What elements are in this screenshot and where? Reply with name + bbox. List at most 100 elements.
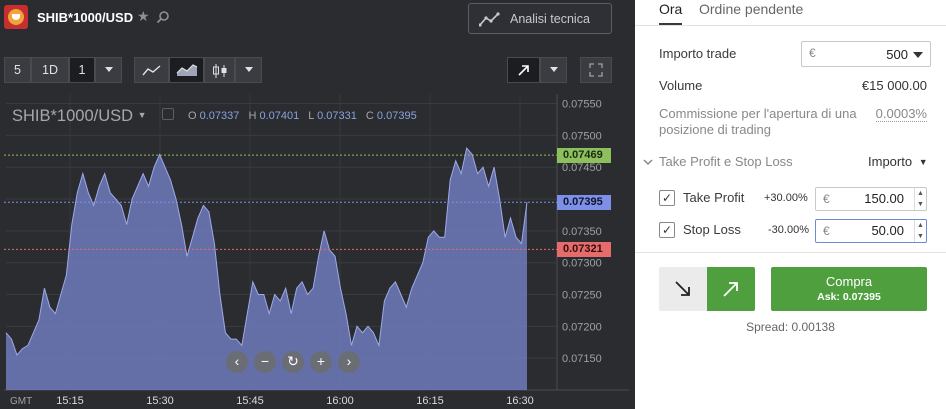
ohlc-high-label: H [248, 110, 257, 122]
chart-toolbar: 5 1D 1 [0, 57, 635, 83]
ohlc-open-label: O [188, 110, 197, 122]
ohlc-low-label: L [308, 110, 315, 122]
take-profit-value: 150.00 [864, 191, 904, 206]
take-profit-input[interactable]: € 150.00 ▲ ▼ [815, 187, 927, 211]
price-chart[interactable]: 0.075500.075000.074500.074000.073500.073… [4, 94, 629, 409]
favorite-star-icon[interactable]: ★ [137, 8, 150, 25]
amount-currency: € [809, 46, 816, 60]
x-tick-label: 15:45 [236, 395, 264, 407]
step-down-icon[interactable]: ▼ [915, 199, 926, 210]
stop-loss-checkbox[interactable]: ✓ [659, 222, 675, 238]
arrow-up-right-icon [517, 65, 529, 76]
step-up-icon[interactable]: ▲ [915, 220, 926, 231]
y-tick-label: 0.07300 [562, 258, 602, 270]
scroll-left-button[interactable]: ‹ [226, 351, 248, 373]
candlestick-chart-button[interactable] [204, 57, 235, 83]
ohlc-close-label: C [365, 110, 374, 122]
search-icon[interactable] [156, 10, 170, 24]
interval-dropdown-button[interactable] [95, 57, 122, 83]
x-tick-label: 16:30 [506, 395, 534, 407]
fullscreen-icon [589, 63, 603, 77]
zoom-in-button[interactable]: + [310, 351, 332, 373]
chart-pair-text: SHIB*1000/USD [12, 107, 134, 125]
tpsl-mode-select[interactable]: Importo ▼ [868, 154, 928, 169]
stop-loss-value: 50.00 [871, 223, 904, 238]
amount-select[interactable]: € 500 [801, 41, 931, 67]
buy-direction-button[interactable] [707, 267, 755, 311]
buy-button-label: Compra [825, 274, 873, 289]
direction-dropdown-button[interactable] [540, 57, 567, 83]
interval-selector[interactable]: 1 [69, 57, 95, 83]
asset-name[interactable]: SHIB*1000/USD [37, 10, 133, 25]
arrow-down-right-icon [675, 281, 690, 296]
y-tick-label: 0.07350 [562, 226, 602, 238]
x-tick-label: 16:00 [326, 395, 354, 407]
ohlc-low: 0.07331 [317, 110, 357, 122]
trend-chart-icon [479, 12, 500, 27]
take-profit-stepper[interactable]: ▲ ▼ [914, 188, 926, 210]
chart-type-dropdown-button[interactable] [235, 57, 262, 83]
step-down-icon[interactable]: ▼ [915, 231, 926, 242]
zoom-out-button[interactable]: − [254, 351, 276, 373]
take-profit-label: Take Profit [683, 190, 745, 205]
period-button[interactable]: 1D [31, 57, 69, 83]
x-tick-label: 16:15 [416, 395, 444, 407]
ohlc-high: 0.07401 [259, 110, 300, 122]
candlestick-icon [212, 64, 226, 78]
ask-price: Ask: 0.07395 [817, 291, 881, 303]
fullscreen-button[interactable] [580, 57, 612, 83]
spread-value: Spread: 0.00138 [746, 320, 835, 334]
stop-loss-percent: -30.00% [768, 224, 809, 236]
ohlc-close: 0.07395 [376, 110, 417, 122]
stop-loss-currency: € [823, 224, 830, 238]
take-profit-price-tag: 0.07469 [557, 148, 611, 164]
trade-panel: Ora Ordine pendente Importo trade € 500 … [635, 0, 946, 409]
divider [635, 252, 946, 253]
caret-down-icon: ▼ [918, 157, 928, 167]
scroll-right-button[interactable]: › [338, 351, 360, 373]
sell-direction-button[interactable] [659, 267, 707, 311]
trade-direction-button[interactable] [507, 57, 540, 83]
stop-loss-price-tag: 0.07321 [557, 242, 611, 258]
buy-button[interactable]: Compra Ask: 0.07395 [771, 267, 927, 311]
ohlc-readout: O 0.07337 H 0.07401 L 0.07331 C 0.07395 [188, 110, 423, 122]
chart-pair-label[interactable]: SHIB*1000/USD ▼ [12, 107, 147, 126]
y-tick-label: 0.07550 [562, 99, 602, 111]
arrow-up-right-icon [723, 282, 738, 297]
stop-loss-input[interactable]: € 50.00 ▲ ▼ [815, 219, 927, 243]
tab-pending-order[interactable]: Ordine pendente [699, 1, 803, 17]
commission-value[interactable]: 0.0003% [875, 106, 927, 122]
chevron-down-icon [244, 67, 253, 72]
y-tick-label: 0.07500 [562, 130, 602, 142]
y-tick-label: 0.07450 [562, 162, 602, 174]
reset-zoom-button[interactable]: ↻ [282, 351, 304, 373]
area-chart-button[interactable] [169, 57, 204, 83]
x-tick-label: 15:30 [146, 395, 174, 407]
tpsl-section-label[interactable]: Take Profit e Stop Loss [659, 154, 793, 169]
asset-logo-icon [4, 5, 28, 29]
take-profit-percent: +30.00% [764, 192, 808, 204]
chevron-down-icon [104, 67, 113, 72]
commission-label-line2: posizione di trading [659, 122, 772, 137]
chevron-down-icon[interactable] [643, 157, 653, 167]
ohlc-open: 0.07337 [199, 110, 240, 122]
line-chart-icon [141, 65, 160, 76]
take-profit-currency: € [823, 192, 830, 206]
pair-dropdown-icon: ▼ [137, 110, 147, 120]
order-tabs: Ora Ordine pendente [635, 0, 946, 26]
candle-count-button[interactable]: 5 [4, 57, 31, 83]
take-profit-checkbox[interactable]: ✓ [659, 190, 675, 206]
stop-loss-label: Stop Loss [683, 222, 741, 237]
line-chart-button[interactable] [134, 57, 169, 83]
indicator-settings-icon[interactable] [162, 108, 174, 120]
tab-now[interactable]: Ora [659, 1, 683, 25]
tpsl-mode-value: Importo [868, 154, 913, 169]
y-tick-label: 0.07150 [562, 353, 602, 365]
current-price-tag: 0.07395 [557, 195, 611, 211]
stop-loss-stepper[interactable]: ▲ ▼ [914, 220, 926, 242]
amount-value: 500 [886, 47, 908, 62]
chart-panel: SHIB*1000/USD ★ Analisi tecnica 5 1D 1 0… [0, 0, 635, 409]
step-up-icon[interactable]: ▲ [915, 188, 926, 199]
area-chart-icon [176, 64, 197, 76]
technical-analysis-button[interactable]: Analisi tecnica [468, 3, 612, 34]
